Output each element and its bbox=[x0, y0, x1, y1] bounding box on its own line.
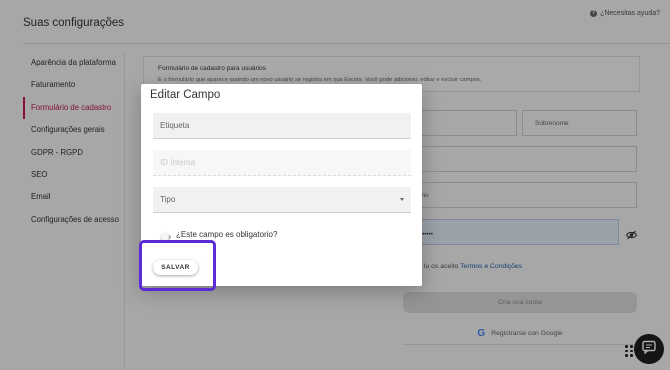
internal-id-input: ID Interna bbox=[153, 150, 411, 176]
type-select-placeholder: Tipo bbox=[160, 195, 176, 204]
label-input-placeholder: Etiqueta bbox=[160, 121, 190, 130]
modal-title: Editar Campo bbox=[150, 89, 221, 101]
chevron-down-icon bbox=[400, 198, 404, 201]
internal-id-placeholder: ID Interna bbox=[160, 158, 196, 167]
required-toggle[interactable] bbox=[161, 232, 171, 241]
required-toggle-label: ¿Este campo es obligatorio? bbox=[176, 230, 278, 239]
type-select[interactable]: Tipo bbox=[153, 187, 411, 213]
label-input[interactable]: Etiqueta bbox=[153, 113, 411, 139]
save-button-highlight bbox=[139, 240, 216, 291]
